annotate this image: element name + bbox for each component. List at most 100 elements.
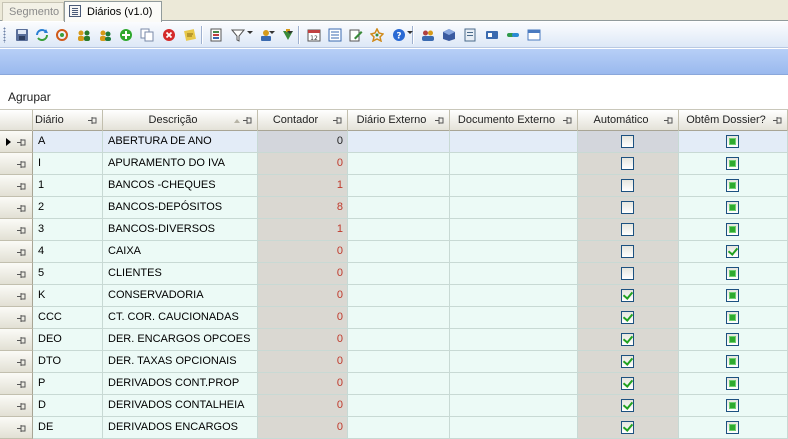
cell-documento[interactable] bbox=[450, 175, 578, 197]
delete-button[interactable] bbox=[160, 26, 177, 43]
cell-descricao[interactable]: DERIVADOS CONTALHEIA bbox=[103, 395, 258, 417]
cell-automatico[interactable] bbox=[578, 329, 679, 351]
group-users-button[interactable] bbox=[75, 26, 92, 43]
dossier-checkbox[interactable] bbox=[726, 223, 739, 236]
export-button[interactable] bbox=[208, 26, 225, 43]
pin-icon[interactable] bbox=[17, 381, 26, 388]
row-selector[interactable] bbox=[0, 329, 33, 351]
pin-icon[interactable] bbox=[17, 183, 26, 190]
cell-documento[interactable] bbox=[450, 263, 578, 285]
cell-automatico[interactable] bbox=[578, 197, 679, 219]
cell-automatico[interactable] bbox=[578, 263, 679, 285]
table-row[interactable]: D DERIVADOS CONTALHEIA 0 bbox=[0, 395, 788, 417]
pin-icon[interactable] bbox=[17, 205, 26, 212]
cell-contador[interactable]: 0 bbox=[258, 417, 348, 439]
sync-button[interactable] bbox=[53, 26, 70, 43]
cell-dossier[interactable] bbox=[679, 241, 788, 263]
cell-diario[interactable]: DEO bbox=[33, 329, 103, 351]
table-row[interactable]: P DERIVADOS CONT.PROP 0 bbox=[0, 373, 788, 395]
column-header-obtem-dossier[interactable]: Obtêm Dossier? bbox=[679, 110, 788, 131]
column-header-automatico[interactable]: Automático bbox=[578, 110, 679, 131]
table-row[interactable]: 2 BANCOS-DEPÓSITOS 8 bbox=[0, 197, 788, 219]
cell-diario[interactable]: I bbox=[33, 153, 103, 175]
dossier-checkbox[interactable] bbox=[726, 157, 739, 170]
row-selector[interactable] bbox=[0, 307, 33, 329]
cell-externo[interactable] bbox=[348, 153, 450, 175]
automatico-checkbox[interactable] bbox=[621, 245, 634, 258]
row-selector[interactable] bbox=[0, 373, 33, 395]
cell-externo[interactable] bbox=[348, 417, 450, 439]
cell-automatico[interactable] bbox=[578, 175, 679, 197]
pin-icon[interactable] bbox=[664, 117, 673, 124]
dossier-checkbox[interactable] bbox=[726, 377, 739, 390]
cell-contador[interactable]: 8 bbox=[258, 197, 348, 219]
filter-button[interactable] bbox=[229, 26, 246, 43]
pin-icon[interactable] bbox=[17, 403, 26, 410]
cell-documento[interactable] bbox=[450, 417, 578, 439]
pin-icon[interactable] bbox=[17, 293, 26, 300]
note-button[interactable] bbox=[181, 26, 198, 43]
window-button[interactable] bbox=[525, 26, 542, 43]
cell-contador[interactable]: 0 bbox=[258, 395, 348, 417]
column-header-contador[interactable]: Contador bbox=[258, 110, 348, 131]
cell-documento[interactable] bbox=[450, 285, 578, 307]
automatico-checkbox[interactable] bbox=[621, 289, 634, 302]
row-selector[interactable] bbox=[0, 395, 33, 417]
cell-documento[interactable] bbox=[450, 131, 578, 153]
table-row[interactable]: A ABERTURA DE ANO 0 bbox=[0, 131, 788, 153]
cell-descricao[interactable]: APURAMENTO DO IVA bbox=[103, 153, 258, 175]
cell-automatico[interactable] bbox=[578, 219, 679, 241]
row-selector[interactable] bbox=[0, 263, 33, 285]
cell-dossier[interactable] bbox=[679, 329, 788, 351]
cell-descricao[interactable]: CAIXA bbox=[103, 241, 258, 263]
pin-icon[interactable] bbox=[17, 271, 26, 278]
cell-documento[interactable] bbox=[450, 197, 578, 219]
cell-contador[interactable]: 0 bbox=[258, 373, 348, 395]
column-header-diario-externo[interactable]: Diário Externo bbox=[348, 110, 450, 131]
cell-contador[interactable]: 0 bbox=[258, 285, 348, 307]
cell-contador[interactable]: 0 bbox=[258, 329, 348, 351]
tools-button[interactable] bbox=[279, 26, 296, 43]
cell-documento[interactable] bbox=[450, 351, 578, 373]
cell-automatico[interactable] bbox=[578, 351, 679, 373]
edit-button[interactable] bbox=[347, 26, 364, 43]
cell-dossier[interactable] bbox=[679, 175, 788, 197]
column-header-diario[interactable]: Diário bbox=[33, 110, 103, 131]
automatico-checkbox[interactable] bbox=[621, 267, 634, 280]
cell-dossier[interactable] bbox=[679, 131, 788, 153]
cell-automatico[interactable] bbox=[578, 131, 679, 153]
cell-descricao[interactable]: CT. COR. CAUCIONADAS bbox=[103, 307, 258, 329]
dossier-checkbox[interactable] bbox=[726, 201, 739, 214]
cell-descricao[interactable]: BANCOS-DEPÓSITOS bbox=[103, 197, 258, 219]
toolbar-dropdown-arrow[interactable] bbox=[287, 31, 293, 34]
automatico-checkbox[interactable] bbox=[621, 399, 634, 412]
card-button[interactable] bbox=[483, 26, 500, 43]
pin-icon[interactable] bbox=[773, 117, 782, 124]
automatico-checkbox[interactable] bbox=[621, 179, 634, 192]
table-row[interactable]: 5 CLIENTES 0 bbox=[0, 263, 788, 285]
toolbar-dropdown-arrow[interactable] bbox=[247, 31, 253, 34]
cell-automatico[interactable] bbox=[578, 307, 679, 329]
cell-dossier[interactable] bbox=[679, 373, 788, 395]
column-header-descricao[interactable]: Descrição bbox=[103, 110, 258, 131]
automatico-checkbox[interactable] bbox=[621, 223, 634, 236]
cell-automatico[interactable] bbox=[578, 417, 679, 439]
document-button[interactable] bbox=[461, 26, 478, 43]
pin-icon[interactable] bbox=[435, 117, 444, 124]
dossier-checkbox[interactable] bbox=[726, 267, 739, 280]
cell-dossier[interactable] bbox=[679, 153, 788, 175]
cell-dossier[interactable] bbox=[679, 219, 788, 241]
cell-diario[interactable]: DE bbox=[33, 417, 103, 439]
contacts-button[interactable] bbox=[419, 26, 436, 43]
list-button[interactable] bbox=[326, 26, 343, 43]
cell-diario[interactable]: DTO bbox=[33, 351, 103, 373]
table-row[interactable]: DTO DER. TAXAS OPCIONAIS 0 bbox=[0, 351, 788, 373]
cell-automatico[interactable] bbox=[578, 395, 679, 417]
cell-descricao[interactable]: BANCOS -CHEQUES bbox=[103, 175, 258, 197]
pin-icon[interactable] bbox=[243, 117, 252, 124]
cell-externo[interactable] bbox=[348, 197, 450, 219]
row-selector[interactable] bbox=[0, 241, 33, 263]
cell-externo[interactable] bbox=[348, 373, 450, 395]
cell-dossier[interactable] bbox=[679, 263, 788, 285]
pin-icon[interactable] bbox=[17, 359, 26, 366]
